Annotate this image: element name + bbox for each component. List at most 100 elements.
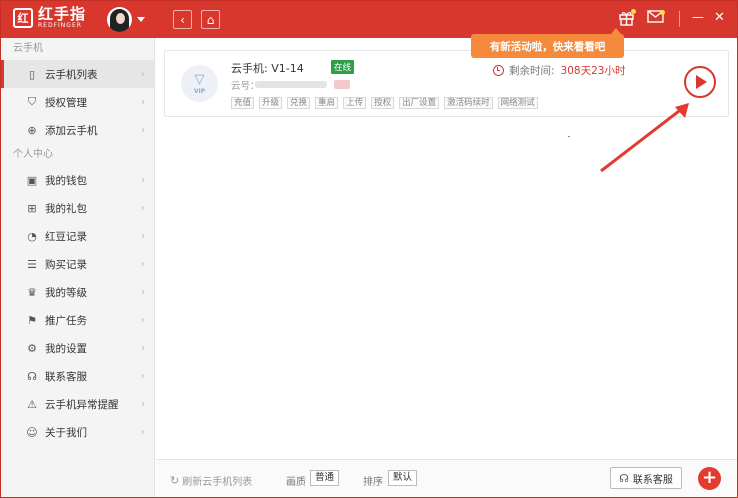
chevron-right-icon: › bbox=[141, 96, 145, 108]
sidebar-item-label: 我的设置 bbox=[45, 342, 87, 355]
sidebar-item[interactable]: ☊ 联系客服 › bbox=[1, 362, 154, 390]
flag-icon: ⚑ bbox=[27, 313, 37, 327]
section-title-personal: 个人中心 bbox=[13, 149, 53, 160]
chevron-right-icon: › bbox=[141, 314, 145, 326]
app-logo: 红 红手指 REDFINGER bbox=[13, 7, 86, 29]
home-icon: ⌂ bbox=[206, 12, 215, 27]
chevron-right-icon: › bbox=[141, 398, 145, 410]
sidebar-item-label: 我的钱包 bbox=[45, 174, 87, 187]
shield-icon: ⛉ bbox=[27, 95, 37, 108]
sidebar-item[interactable]: ⚠ 云手机异常提醒 › bbox=[1, 390, 154, 418]
sidebar-item[interactable]: ⊞ 我的礼包 › bbox=[1, 194, 154, 222]
refresh-icon: ↻ bbox=[170, 474, 180, 487]
promo-text: 有新活动啦，快来看看吧 bbox=[489, 40, 606, 53]
gift-badge bbox=[631, 9, 636, 14]
chevron-right-icon: › bbox=[141, 68, 145, 80]
card-action-button[interactable]: 网络测试 bbox=[497, 97, 538, 109]
card-action-button[interactable]: 上传 bbox=[343, 97, 367, 109]
quality-select[interactable]: 普通 bbox=[310, 470, 340, 486]
chevron-right-icon: › bbox=[141, 230, 145, 242]
headset-icon: ☊ bbox=[619, 471, 629, 485]
sort-select[interactable]: 默认 bbox=[388, 470, 418, 486]
sidebar-item-label: 购买记录 bbox=[45, 258, 87, 271]
card-action-button[interactable]: 出厂设置 bbox=[399, 97, 440, 109]
crown-icon: ♛ bbox=[27, 285, 37, 299]
card-action-button[interactable]: 激活码续时 bbox=[444, 97, 493, 109]
refresh-list-button[interactable]: ↻ 刷新云手机列表 bbox=[170, 473, 252, 488]
footer-bar: ↻ 刷新云手机列表 画质 普通 排序 默认 ☊ 联系客服 + bbox=[156, 459, 737, 497]
sidebar-item-label: 云手机异常提醒 bbox=[45, 398, 119, 411]
remaining-time: 剩余时间: 308天23小时 bbox=[493, 63, 625, 78]
phone-icon: ▯ bbox=[28, 67, 36, 81]
diamond-icon: ▽ bbox=[194, 71, 205, 87]
vip-label: VIP bbox=[193, 87, 206, 95]
chevron-right-icon: › bbox=[141, 202, 145, 214]
play-icon bbox=[696, 75, 707, 89]
card-action-button[interactable]: 充值 bbox=[231, 97, 255, 109]
sidebar-item-label: 推广任务 bbox=[45, 314, 87, 327]
account-dropdown-icon[interactable] bbox=[137, 17, 145, 22]
sidebar-item[interactable]: ⛉ 授权管理 › bbox=[1, 88, 154, 116]
refresh-label: 刷新云手机列表 bbox=[182, 477, 253, 488]
remaining-time-label: 剩余时间: bbox=[509, 65, 555, 77]
record-icon: ☰ bbox=[27, 257, 37, 271]
annotation-arrow bbox=[600, 103, 689, 173]
quality-label: 画质 bbox=[286, 477, 306, 488]
logo-text: 红手指 bbox=[38, 5, 87, 23]
sidebar-item-label: 红豆记录 bbox=[45, 230, 87, 243]
logo-mark: 红 bbox=[13, 8, 33, 28]
home-button[interactable]: ⌂ bbox=[201, 10, 220, 29]
cloud-id-redacted bbox=[255, 81, 327, 88]
add-phone-button[interactable]: + bbox=[698, 467, 721, 490]
sidebar-item-label: 添加云手机 bbox=[45, 124, 98, 137]
back-button[interactable]: ‹ bbox=[173, 10, 192, 29]
sidebar-item[interactable]: ◔ 红豆记录 › bbox=[1, 222, 154, 250]
headset-icon: ☊ bbox=[27, 369, 37, 383]
card-action-button[interactable]: 重启 bbox=[315, 97, 339, 109]
contact-support-label: 联系客服 bbox=[632, 474, 673, 486]
sidebar-item[interactable]: ☺ 关于我们 › bbox=[1, 418, 154, 446]
contact-support-button[interactable]: ☊ 联系客服 bbox=[610, 467, 682, 489]
chevron-right-icon: › bbox=[141, 124, 145, 136]
chevron-right-icon: › bbox=[141, 286, 145, 298]
sidebar-item[interactable]: ⚑ 推广任务 › bbox=[1, 306, 154, 334]
sidebar-item[interactable]: ⊕ 添加云手机 › bbox=[1, 116, 154, 144]
sidebar-item[interactable]: ⚙ 我的设置 › bbox=[1, 334, 154, 362]
wallet-icon: ▣ bbox=[26, 173, 38, 187]
bean-icon: ◔ bbox=[27, 229, 37, 243]
card-action-button[interactable]: 升级 bbox=[259, 97, 283, 109]
sidebar-item[interactable]: ▣ 我的钱包 › bbox=[1, 166, 154, 194]
chevron-left-icon: ‹ bbox=[180, 12, 185, 27]
close-icon[interactable]: ✕ bbox=[714, 10, 725, 25]
status-badge: 在线 bbox=[331, 60, 355, 74]
chevron-right-icon: › bbox=[141, 426, 145, 438]
chevron-right-icon: › bbox=[141, 370, 145, 382]
title-bar: 红 红手指 REDFINGER ‹ ⌂ — ✕ bbox=[1, 1, 737, 38]
chevron-right-icon: › bbox=[141, 174, 145, 186]
gear-icon: ⚙ bbox=[27, 341, 37, 355]
sidebar-item-label: 联系客服 bbox=[45, 370, 87, 383]
clock-icon bbox=[493, 65, 504, 76]
sidebar-item-label: 关于我们 bbox=[45, 426, 87, 439]
mail-badge bbox=[660, 10, 665, 15]
promo-tooltip[interactable]: 有新活动啦，快来看看吧 bbox=[471, 28, 624, 58]
chevron-right-icon: › bbox=[141, 258, 145, 270]
minimize-icon[interactable]: — bbox=[692, 10, 704, 24]
chevron-right-icon: › bbox=[141, 342, 145, 354]
sidebar-item[interactable]: ♛ 我的等级 › bbox=[1, 278, 154, 306]
phone-name: 云手机: V1-14 bbox=[231, 62, 304, 75]
user-avatar[interactable] bbox=[107, 7, 132, 32]
sidebar-item[interactable]: ☰ 购买记录 › bbox=[1, 250, 154, 278]
plus-circle-icon: ⊕ bbox=[27, 123, 37, 137]
sidebar-item-label: 云手机列表 bbox=[45, 68, 98, 81]
play-button[interactable] bbox=[684, 66, 716, 98]
remaining-time-value: 308天23小时 bbox=[560, 65, 626, 77]
section-title-phone: 云手机 bbox=[13, 43, 43, 54]
card-action-button[interactable]: 兑换 bbox=[287, 97, 311, 109]
sidebar-item-label: 我的礼包 bbox=[45, 202, 87, 215]
logo-subtext: REDFINGER bbox=[38, 22, 82, 29]
smile-icon: ☺ bbox=[26, 425, 38, 439]
sort-label: 排序 bbox=[363, 477, 383, 488]
sidebar-item[interactable]: ▯ 云手机列表 › bbox=[1, 60, 154, 88]
card-action-button[interactable]: 授权 bbox=[371, 97, 395, 109]
